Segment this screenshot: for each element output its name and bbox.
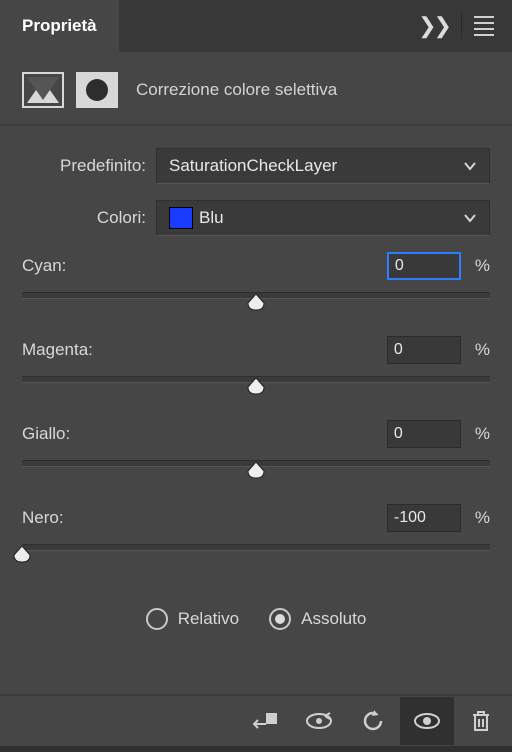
- clip-to-layer-button[interactable]: [238, 697, 292, 745]
- black-slider[interactable]: [22, 544, 490, 564]
- separator: [461, 13, 462, 39]
- slider-thumb[interactable]: [247, 294, 265, 311]
- radio-label: Assoluto: [301, 609, 366, 629]
- slider-thumb[interactable]: [247, 462, 265, 479]
- view-previous-button[interactable]: [292, 697, 346, 745]
- toggle-visibility-button[interactable]: [400, 697, 454, 745]
- percent-sign: %: [475, 508, 490, 528]
- colors-label: Colori:: [22, 208, 156, 228]
- layer-mask-icon[interactable]: [76, 72, 118, 108]
- preset-dropdown[interactable]: SaturationCheckLayer: [156, 148, 490, 184]
- preset-value: SaturationCheckLayer: [169, 156, 337, 176]
- yellow-slider[interactable]: [22, 460, 490, 480]
- radio-icon: [269, 608, 291, 630]
- selective-color-icon[interactable]: [22, 72, 64, 108]
- magenta-label: Magenta:: [22, 340, 387, 360]
- reset-button[interactable]: [346, 697, 400, 745]
- black-input[interactable]: [387, 504, 461, 532]
- yellow-label: Giallo:: [22, 424, 387, 444]
- percent-sign: %: [475, 340, 490, 360]
- panel-menu-icon[interactable]: [474, 16, 494, 36]
- yellow-input[interactable]: [387, 420, 461, 448]
- colors-dropdown[interactable]: Blu: [156, 200, 490, 236]
- cyan-input[interactable]: [387, 252, 461, 280]
- magenta-input[interactable]: [387, 336, 461, 364]
- collapse-icon[interactable]: ❯❯: [418, 13, 449, 39]
- cyan-slider[interactable]: [22, 292, 490, 312]
- black-label: Nero:: [22, 508, 387, 528]
- slider-thumb[interactable]: [13, 546, 31, 563]
- chevron-down-icon: [463, 161, 477, 171]
- tab-label: Proprietà: [22, 16, 97, 36]
- percent-sign: %: [475, 256, 490, 276]
- color-swatch: [169, 207, 193, 229]
- panel-tabbar: Proprietà ❯❯: [0, 0, 512, 52]
- method-radios: Relativo Assoluto: [22, 608, 490, 630]
- magenta-slider[interactable]: [22, 376, 490, 396]
- radio-icon: [146, 608, 168, 630]
- panel-footer: [0, 694, 512, 746]
- slider-thumb[interactable]: [247, 378, 265, 395]
- colors-value: Blu: [199, 208, 224, 228]
- cyan-label: Cyan:: [22, 256, 387, 276]
- preset-label: Predefinito:: [22, 156, 156, 176]
- tab-properties[interactable]: Proprietà: [0, 0, 119, 52]
- percent-sign: %: [475, 424, 490, 444]
- radio-absolute[interactable]: Assoluto: [269, 608, 366, 630]
- adjustment-title: Correzione colore selettiva: [136, 80, 337, 100]
- chevron-down-icon: [463, 213, 477, 223]
- delete-button[interactable]: [454, 697, 508, 745]
- radio-label: Relativo: [178, 609, 239, 629]
- radio-relative[interactable]: Relativo: [146, 608, 239, 630]
- adjustment-header: Correzione colore selettiva: [0, 52, 512, 124]
